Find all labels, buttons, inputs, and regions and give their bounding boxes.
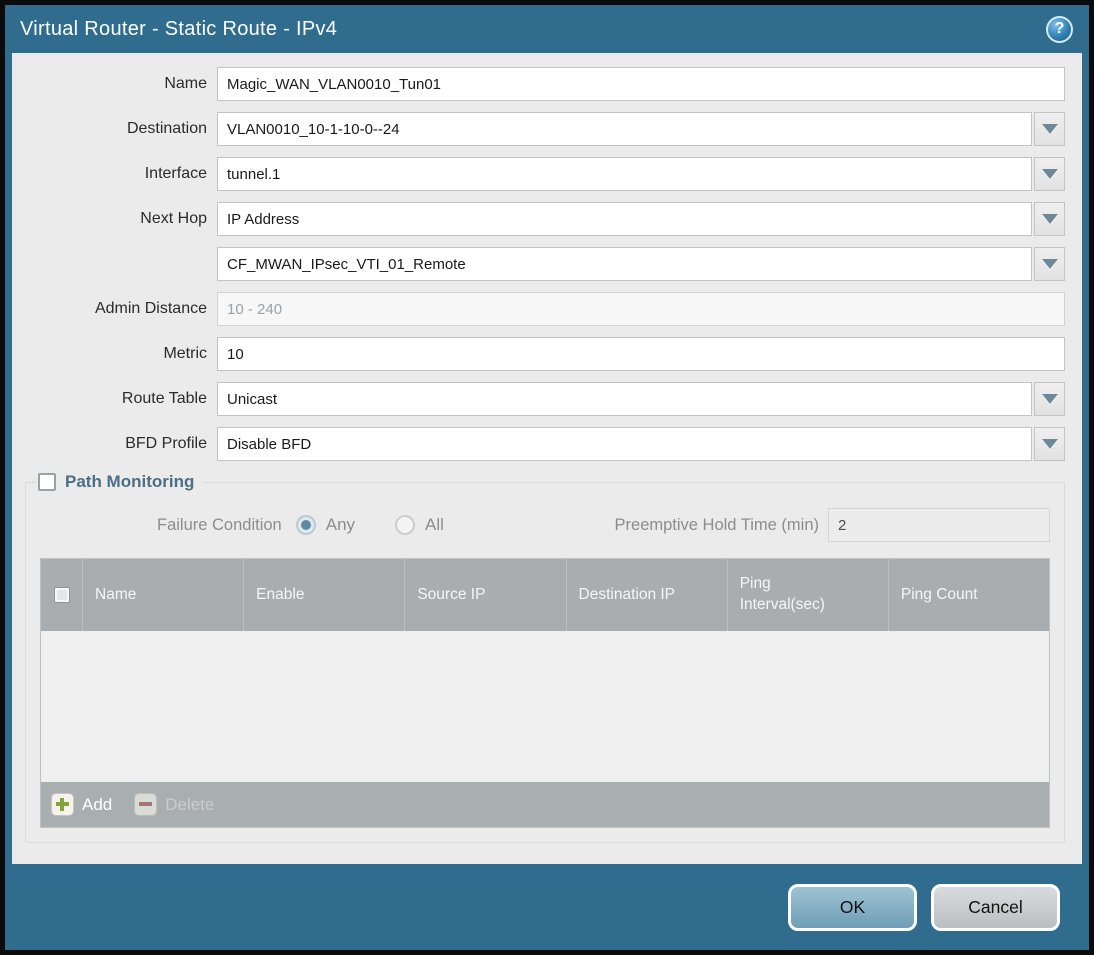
delete-button-label: Delete	[165, 794, 215, 814]
bfd-profile-dropdown-button[interactable]	[1034, 427, 1065, 461]
column-header-source-ip[interactable]: Source IP	[405, 559, 567, 631]
destination-dropdown-button[interactable]	[1034, 112, 1065, 146]
chevron-down-icon	[1041, 439, 1058, 449]
failure-all-label: All	[425, 515, 444, 534]
next-hop-type-dropdown-button[interactable]	[1034, 202, 1065, 236]
interface-value[interactable]: tunnel.1	[217, 157, 1032, 191]
bfd-profile-value[interactable]: Disable BFD	[217, 427, 1032, 461]
bfd-profile-combobox[interactable]: Disable BFD	[217, 427, 1065, 461]
next-hop-address-row: CF_MWAN_IPsec_VTI_01_Remote	[25, 247, 1065, 281]
route-table-dropdown-button[interactable]	[1034, 382, 1065, 416]
table-empty-area	[41, 631, 1049, 782]
radio-dot	[300, 520, 311, 530]
column-header-label: Destination IP	[578, 586, 676, 603]
column-header-name[interactable]: Name	[83, 559, 245, 631]
next-hop-type-value[interactable]: IP Address	[217, 202, 1032, 236]
minus-icon	[134, 793, 158, 816]
admin-distance-input[interactable]	[217, 292, 1065, 326]
column-header-ping-count[interactable]: Ping Count	[889, 559, 1049, 631]
add-button-label: Add	[82, 794, 113, 814]
name-input[interactable]	[217, 67, 1065, 101]
interface-row: Interface tunnel.1	[25, 157, 1065, 191]
metric-row: Metric	[25, 337, 1065, 371]
chevron-down-icon	[1041, 394, 1058, 404]
next-hop-label: Next Hop	[140, 210, 207, 227]
path-monitoring-checkbox[interactable]	[38, 473, 56, 491]
select-all-checkbox[interactable]	[53, 587, 70, 603]
interface-dropdown-button[interactable]	[1034, 157, 1065, 191]
admin-distance-label: Admin Distance	[94, 300, 207, 317]
bfd-profile-row: BFD Profile Disable BFD	[25, 427, 1065, 461]
path-monitoring-table: Name Enable Source IP Destination IP Pin	[40, 558, 1050, 828]
interface-combobox[interactable]: tunnel.1	[217, 157, 1065, 191]
name-label: Name	[164, 75, 207, 92]
column-header-label: Source IP	[417, 586, 486, 603]
table-header: Name Enable Source IP Destination IP Pin	[41, 559, 1049, 631]
column-header-label: Enable	[256, 586, 305, 603]
dialog-titlebar: Virtual Router - Static Route - IPv4 ?	[5, 5, 1089, 53]
add-button[interactable]: Add	[51, 793, 112, 816]
dialog-body: Name Destination VLAN0010_10-1-10-0--24 …	[12, 53, 1082, 864]
path-monitoring-legend: Path Monitoring	[36, 472, 202, 492]
interface-label: Interface	[144, 165, 207, 182]
static-route-dialog: Virtual Router - Static Route - IPv4 ? N…	[5, 5, 1089, 950]
help-icon[interactable]: ?	[1046, 15, 1073, 43]
table-header-select	[41, 559, 83, 631]
path-monitoring-title: Path Monitoring	[65, 472, 195, 491]
chevron-down-icon	[1041, 169, 1058, 179]
column-header-ping-interval[interactable]: Ping Interval(sec)	[728, 559, 889, 631]
column-header-label: Name	[95, 586, 137, 603]
cancel-button[interactable]: Cancel	[931, 883, 1060, 931]
destination-combobox[interactable]: VLAN0010_10-1-10-0--24	[217, 112, 1065, 146]
preemptive-hold-time-label: Preemptive Hold Time (min)	[614, 515, 819, 534]
next-hop-address-dropdown-button[interactable]	[1034, 247, 1065, 281]
plus-icon	[51, 793, 74, 816]
delete-button[interactable]: Delete	[134, 793, 214, 816]
ok-button[interactable]: OK	[788, 883, 917, 931]
route-table-combobox[interactable]: Unicast	[217, 382, 1065, 416]
destination-row: Destination VLAN0010_10-1-10-0--24	[25, 112, 1065, 146]
failure-any-radio[interactable]	[295, 515, 316, 535]
destination-label: Destination	[126, 120, 207, 137]
chevron-down-icon	[1041, 259, 1058, 269]
next-hop-type-combobox[interactable]: IP Address	[217, 202, 1065, 236]
preemptive-hold-time-input[interactable]	[828, 508, 1050, 542]
screen: Virtual Router - Static Route - IPv4 ? N…	[0, 0, 1094, 955]
column-header-label: Ping Interval(sec)	[739, 575, 825, 613]
column-header-destination-ip[interactable]: Destination IP	[567, 559, 728, 631]
path-monitoring-section: Path Monitoring Failure Condition Any Al…	[25, 472, 1065, 843]
metric-input[interactable]	[217, 337, 1065, 371]
next-hop-address-value[interactable]: CF_MWAN_IPsec_VTI_01_Remote	[217, 247, 1032, 281]
failure-condition-row: Failure Condition Any All Preemptive Hol…	[40, 498, 1050, 558]
failure-any-label: Any	[325, 515, 356, 534]
next-hop-address-combobox[interactable]: CF_MWAN_IPsec_VTI_01_Remote	[217, 247, 1065, 281]
route-table-row: Route Table Unicast	[25, 382, 1065, 416]
failure-all-radio[interactable]	[395, 515, 416, 535]
next-hop-row: Next Hop IP Address	[25, 202, 1065, 236]
table-toolbar: Add Delete	[41, 782, 1049, 827]
dialog-footer: OK Cancel	[5, 864, 1089, 950]
column-header-label: Ping Count	[900, 586, 978, 603]
dialog-title: Virtual Router - Static Route - IPv4	[20, 17, 338, 40]
bfd-profile-label: BFD Profile	[125, 435, 207, 452]
name-row: Name	[25, 67, 1065, 101]
chevron-down-icon	[1041, 124, 1058, 134]
route-table-value[interactable]: Unicast	[217, 382, 1032, 416]
admin-distance-row: Admin Distance	[25, 292, 1065, 326]
destination-value[interactable]: VLAN0010_10-1-10-0--24	[217, 112, 1032, 146]
chevron-down-icon	[1041, 214, 1058, 224]
failure-condition-label: Failure Condition	[157, 515, 282, 534]
metric-label: Metric	[163, 345, 207, 362]
route-table-label: Route Table	[121, 390, 207, 407]
column-header-enable[interactable]: Enable	[244, 559, 406, 631]
